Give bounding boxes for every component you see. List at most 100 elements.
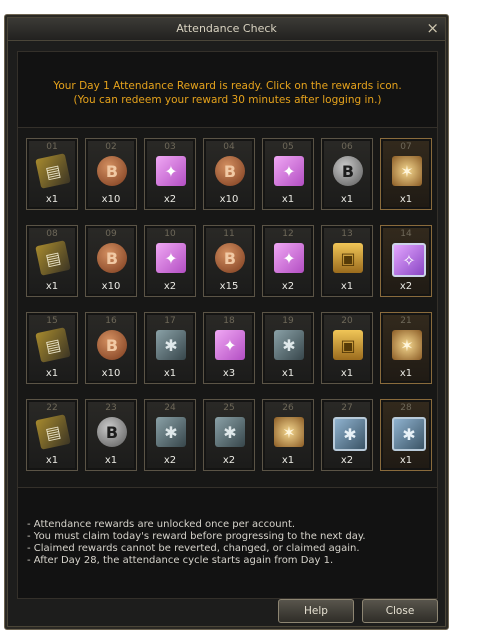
ticket-icon: ▤ xyxy=(35,240,71,276)
reward-quantity: x1 xyxy=(163,368,177,379)
reward-quantity: x2 xyxy=(399,281,413,292)
reward-tile-day-08[interactable]: 08 ▤ x1 xyxy=(26,225,78,297)
title-bar[interactable]: Attendance Check × xyxy=(8,18,445,41)
close-icon[interactable]: × xyxy=(426,19,439,37)
bronze-coin-icon: B xyxy=(215,156,245,186)
reward-tile-day-17[interactable]: 17 ✱ x1 xyxy=(144,312,196,384)
chest-icon: ▣ xyxy=(333,330,363,360)
reward-quantity: x3 xyxy=(222,368,236,379)
reward-quantity: x2 xyxy=(163,281,177,292)
reward-tile-day-28[interactable]: 28 ✱ x1 xyxy=(380,399,432,471)
help-button[interactable]: Help xyxy=(278,599,354,623)
reward-tile-day-07[interactable]: 07 ✶ x1 xyxy=(380,138,432,210)
pink-box-icon: ✧ xyxy=(392,243,426,277)
reward-quantity: x2 xyxy=(340,455,354,466)
reward-quantity: x1 xyxy=(104,455,118,466)
reward-tile-day-10[interactable]: 10 ✦ x2 xyxy=(144,225,196,297)
reward-tile-day-26[interactable]: 26 ✶ x1 xyxy=(262,399,314,471)
rule-line: - After Day 28, the attendance cycle sta… xyxy=(27,555,334,566)
reward-quantity: x10 xyxy=(219,194,239,205)
reward-tile-day-27[interactable]: 27 ✱ x2 xyxy=(321,399,373,471)
steel-scroll-icon: ✱ xyxy=(215,417,245,447)
reward-quantity: x1 xyxy=(45,368,59,379)
reward-grid: 01 ▤ x1 02 Bx10 03 ✦ x2 04 Bx10 05 ✦ x1 06 Bx1 07 ✶ x1 08 ▤… xyxy=(17,127,438,489)
day-number: 08 xyxy=(46,229,58,239)
bronze-coin-icon: B xyxy=(97,243,127,273)
reward-quantity: x2 xyxy=(163,455,177,466)
reward-quantity: x1 xyxy=(45,455,59,466)
reward-tile-day-11[interactable]: 11 Bx15 xyxy=(203,225,255,297)
reward-tile-day-02[interactable]: 02 Bx10 xyxy=(85,138,137,210)
day-number: 09 xyxy=(105,229,117,239)
close-button[interactable]: Close xyxy=(362,599,438,623)
reward-tile-day-13[interactable]: 13 ▣ x1 xyxy=(321,225,373,297)
ticket-icon: ▤ xyxy=(35,414,71,450)
reward-tile-day-12[interactable]: 12 ✦ x2 xyxy=(262,225,314,297)
reward-tile-day-14[interactable]: 14 ✧ x2 xyxy=(380,225,432,297)
reward-quantity: x10 xyxy=(101,281,121,292)
steel-scroll-icon: ✱ xyxy=(274,330,304,360)
crystal-icon: ✶ xyxy=(392,156,422,186)
notice-panel: Your Day 1 Attendance Reward is ready. C… xyxy=(17,51,438,129)
reward-tile-day-18[interactable]: 18 ✦ x3 xyxy=(203,312,255,384)
reward-quantity: x1 xyxy=(281,455,295,466)
crystal-icon: ✶ xyxy=(392,330,422,360)
day-number: 20 xyxy=(341,316,353,326)
day-number: 15 xyxy=(46,316,58,326)
reward-tile-day-06[interactable]: 06 Bx1 xyxy=(321,138,373,210)
notice-line-1: Your Day 1 Attendance Reward is ready. C… xyxy=(53,80,402,92)
reward-quantity: x1 xyxy=(340,194,354,205)
bronze-coin-icon: B xyxy=(215,243,245,273)
bronze-coin-icon: B xyxy=(97,156,127,186)
pink-scroll-icon: ✦ xyxy=(215,330,245,360)
day-number: 13 xyxy=(341,229,353,239)
day-number: 10 xyxy=(164,229,176,239)
reward-tile-day-15[interactable]: 15 ▤ x1 xyxy=(26,312,78,384)
reward-tile-day-21[interactable]: 21 ✶ x1 xyxy=(380,312,432,384)
reward-tile-day-19[interactable]: 19 ✱ x1 xyxy=(262,312,314,384)
steel-box-icon: ✱ xyxy=(392,417,426,451)
reward-quantity: x2 xyxy=(163,194,177,205)
steel-box-icon: ✱ xyxy=(333,417,367,451)
reward-tile-day-05[interactable]: 05 ✦ x1 xyxy=(262,138,314,210)
ticket-icon: ▤ xyxy=(35,327,71,363)
pink-scroll-icon: ✦ xyxy=(274,156,304,186)
reward-tile-day-25[interactable]: 25 ✱ x2 xyxy=(203,399,255,471)
day-number: 17 xyxy=(164,316,176,326)
day-number: 11 xyxy=(223,229,235,239)
day-number: 19 xyxy=(282,316,294,326)
reward-tile-day-03[interactable]: 03 ✦ x2 xyxy=(144,138,196,210)
reward-quantity: x1 xyxy=(340,368,354,379)
reward-tile-day-16[interactable]: 16 Bx10 xyxy=(85,312,137,384)
reward-quantity: x1 xyxy=(340,281,354,292)
reward-tile-day-01[interactable]: 01 ▤ x1 xyxy=(26,138,78,210)
day-number: 14 xyxy=(400,229,412,239)
reward-tile-day-24[interactable]: 24 ✱ x2 xyxy=(144,399,196,471)
reward-tile-day-23[interactable]: 23 Bx1 xyxy=(85,399,137,471)
day-number: 07 xyxy=(400,142,412,152)
rules-panel: - Attendance rewards are unlocked once p… xyxy=(17,487,438,599)
steel-scroll-icon: ✱ xyxy=(156,417,186,447)
reward-tile-day-22[interactable]: 22 ▤ x1 xyxy=(26,399,78,471)
reward-quantity: x1 xyxy=(399,455,413,466)
day-number: 02 xyxy=(105,142,117,152)
day-number: 16 xyxy=(105,316,117,326)
reward-quantity: x2 xyxy=(222,455,236,466)
chest-icon: ▣ xyxy=(333,243,363,273)
reward-tile-day-09[interactable]: 09 Bx10 xyxy=(85,225,137,297)
day-number: 22 xyxy=(46,403,58,413)
reward-quantity: x1 xyxy=(45,194,59,205)
reward-quantity: x1 xyxy=(45,281,59,292)
reward-quantity: x1 xyxy=(281,194,295,205)
reward-tile-day-04[interactable]: 04 Bx10 xyxy=(203,138,255,210)
window-title: Attendance Check xyxy=(176,22,277,35)
ticket-icon: ▤ xyxy=(35,153,71,189)
day-number: 06 xyxy=(341,142,353,152)
bronze-coin-icon: B xyxy=(97,330,127,360)
reward-quantity: x1 xyxy=(399,368,413,379)
day-number: 12 xyxy=(282,229,294,239)
day-number: 26 xyxy=(282,403,294,413)
reward-tile-day-20[interactable]: 20 ▣ x1 xyxy=(321,312,373,384)
reward-quantity: x10 xyxy=(101,368,121,379)
day-number: 25 xyxy=(223,403,235,413)
